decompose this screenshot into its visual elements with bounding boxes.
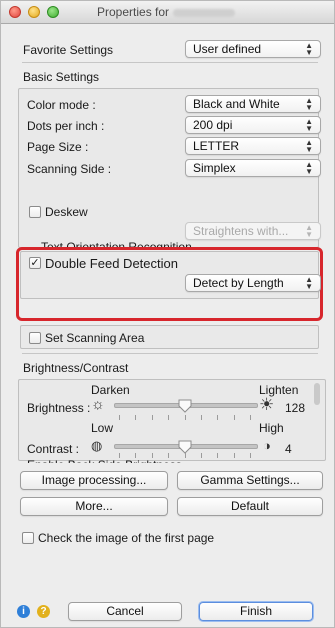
redacted-device-name bbox=[173, 8, 236, 17]
divider bbox=[22, 353, 318, 354]
page-size-label: Page Size : bbox=[27, 140, 89, 154]
double-feed-label: Double Feed Detection bbox=[45, 256, 178, 271]
image-processing-button[interactable]: Image processing... bbox=[20, 471, 168, 490]
double-feed-popup[interactable]: Detect by Length ▲ ▼ bbox=[185, 274, 321, 292]
tick-mark bbox=[200, 415, 202, 420]
tick-mark bbox=[168, 415, 170, 420]
tick-mark bbox=[151, 453, 153, 458]
contrast-value: 4 bbox=[285, 442, 292, 456]
popup-arrows-icon: ▲ ▼ bbox=[305, 160, 313, 176]
popup-arrows-icon: ▲ ▼ bbox=[305, 138, 313, 154]
tick-mark bbox=[119, 415, 120, 420]
double-feed-checkbox[interactable]: ✓ bbox=[29, 257, 41, 269]
popup-arrows-icon: ▲ ▼ bbox=[305, 223, 313, 239]
properties-window: Properties for Favorite Settings User de… bbox=[0, 0, 335, 628]
dpi-popup[interactable]: 200 dpi ▲ ▼ bbox=[185, 116, 321, 134]
tick-mark bbox=[250, 415, 251, 420]
finish-button[interactable]: Finish bbox=[199, 602, 313, 621]
popup-arrows-icon: ▲ ▼ bbox=[305, 41, 313, 57]
default-button[interactable]: Default bbox=[177, 497, 323, 516]
gamma-settings-button[interactable]: Gamma Settings... bbox=[177, 471, 323, 490]
window-title: Properties for bbox=[97, 5, 236, 19]
popup-arrows-icon: ▲ ▼ bbox=[305, 96, 313, 112]
low-contrast-icon: ◍ bbox=[91, 438, 103, 453]
straighten-popup[interactable]: Straightens with... ▲ ▼ bbox=[185, 222, 321, 240]
checkmark-icon: ✓ bbox=[30, 257, 40, 269]
brightness-contrast-header: Brightness/Contrast bbox=[23, 361, 129, 375]
high-contrast-icon: ◑ bbox=[263, 438, 271, 453]
divider bbox=[22, 62, 318, 63]
page-size-popup[interactable]: LETTER ▲ ▼ bbox=[185, 137, 321, 155]
back-side-brightness-label: Enable Back Side Brightness bbox=[27, 459, 182, 463]
tick-mark bbox=[233, 453, 235, 458]
popup-arrows-icon: ▲ ▼ bbox=[305, 275, 313, 291]
scanning-side-label: Scanning Side : bbox=[27, 162, 112, 176]
contrast-max-label: High bbox=[259, 421, 284, 435]
check-first-page-label: Check the image of the first page bbox=[38, 531, 215, 545]
contrast-min-label: Low bbox=[91, 421, 114, 435]
brightness-label: Brightness : bbox=[27, 401, 91, 415]
brightness-ticks bbox=[119, 415, 251, 420]
check-first-page-checkbox[interactable] bbox=[22, 532, 34, 544]
dpi-label: Dots per inch : bbox=[27, 119, 105, 133]
tick-mark bbox=[184, 415, 186, 420]
info-icon[interactable]: i bbox=[17, 605, 30, 618]
more-button[interactable]: More... bbox=[20, 497, 168, 516]
favorite-settings-label: Favorite Settings bbox=[23, 43, 114, 57]
tick-mark bbox=[119, 453, 120, 458]
deskew-checkbox[interactable] bbox=[29, 206, 41, 218]
cancel-button[interactable]: Cancel bbox=[68, 602, 182, 621]
tick-mark bbox=[135, 453, 137, 458]
basic-settings-header: Basic Settings bbox=[23, 70, 100, 84]
help-icon[interactable]: ? bbox=[37, 605, 50, 618]
close-button[interactable] bbox=[9, 6, 21, 18]
tick-mark bbox=[217, 415, 219, 420]
title-bar[interactable]: Properties for bbox=[1, 1, 334, 24]
tick-mark bbox=[135, 415, 137, 420]
contrast-ticks bbox=[119, 453, 251, 458]
tick-mark bbox=[151, 415, 153, 420]
scan-area-label: Set Scanning Area bbox=[45, 331, 145, 345]
brightness-value: 128 bbox=[285, 401, 306, 415]
color-mode-popup[interactable]: Black and White ▲ ▼ bbox=[185, 95, 321, 113]
tick-mark bbox=[168, 453, 170, 458]
tick-mark bbox=[184, 453, 186, 458]
darken-icon: ☼ bbox=[91, 396, 105, 413]
favorite-settings-popup[interactable]: User defined ▲ ▼ bbox=[185, 40, 321, 58]
tick-mark bbox=[217, 453, 219, 458]
brightness-slider-thumb[interactable] bbox=[178, 399, 192, 413]
color-mode-label: Color mode : bbox=[27, 98, 96, 112]
popup-arrows-icon: ▲ ▼ bbox=[305, 117, 313, 133]
brightness-min-label: Darken bbox=[91, 383, 130, 397]
scan-area-checkbox[interactable] bbox=[29, 332, 41, 344]
contrast-slider-thumb[interactable] bbox=[178, 440, 192, 454]
lighten-icon: ☀ bbox=[259, 395, 275, 414]
minimize-button[interactable] bbox=[28, 6, 40, 18]
zoom-button[interactable] bbox=[47, 6, 59, 18]
scrollbar-thumb[interactable] bbox=[314, 383, 320, 405]
tick-mark bbox=[233, 415, 235, 420]
deskew-label: Deskew bbox=[45, 205, 88, 219]
tick-mark bbox=[200, 453, 202, 458]
contrast-label: Contrast : bbox=[27, 442, 80, 456]
tick-mark bbox=[250, 453, 251, 458]
scanning-side-popup[interactable]: Simplex ▲ ▼ bbox=[185, 159, 321, 177]
